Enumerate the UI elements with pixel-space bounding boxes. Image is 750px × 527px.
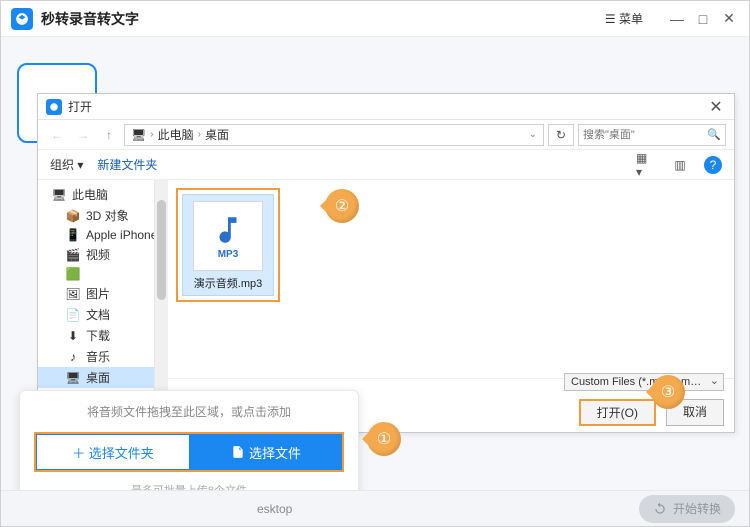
tree-item-label: 下载 [86,327,110,344]
tree-item-label: 音乐 [86,348,110,365]
details-pane-button[interactable]: ▥ [670,155,690,175]
window-minimize-button[interactable]: — [667,11,687,27]
app-bottombar: esktop 更改路径 开始转换 [1,490,749,526]
dialog-toolbar: 组织 ▾ 新建文件夹 ▦ ▾ ▥ ? [38,150,734,180]
tree-item-label: 3D 对象 [86,207,129,224]
nav-up-button[interactable]: ↑ [98,124,120,146]
tree-item-label: Apple iPhone [86,228,157,242]
video-icon: 🎬 [66,248,80,262]
breadcrumb-item[interactable]: 桌面 [205,126,229,143]
select-file-button[interactable]: 选择文件 [190,434,342,470]
dialog-icon [46,99,62,115]
file-thumbnail: MP3 [193,201,263,271]
search-input[interactable] [583,129,703,141]
file-icon [231,445,245,459]
doc-icon: 📄 [66,308,80,322]
tree-item[interactable]: 📦 3D 对象 [38,205,167,226]
callout-badge-1: ① [367,422,401,456]
tree-item-label: 图片 [86,285,110,302]
callout-badge-3: ③ [651,375,685,409]
app-window: 秒转录音转文字 ☰ 菜单 — □ ✕ 打开 ✕ ← → ↑ 🖥 › [0,0,750,527]
music-note-icon [211,213,245,247]
chevron-down-icon[interactable]: ⌄ [529,129,537,140]
file-type-label: MP3 [218,249,239,260]
tree-item[interactable]: 🎬 视频 [38,244,167,265]
menu-button[interactable]: ☰ 菜单 [605,10,643,27]
organize-menu[interactable]: 组织 ▾ [50,156,83,173]
search-box[interactable]: 🔍 [578,124,726,146]
upload-buttons: ＋ 选择文件夹 选择文件 [34,432,344,472]
pc-icon: 🖥 [52,188,66,202]
tree-item[interactable]: 📱 Apple iPhone [38,226,167,244]
help-icon[interactable]: ? [704,156,722,174]
window-close-button[interactable]: ✕ [719,10,739,27]
music-icon: ♪ [66,350,80,364]
tree-item[interactable]: 🖼 图片 [38,283,167,304]
desktop-icon: 🖥 [66,371,80,385]
tree-item-label: 视频 [86,246,110,263]
nav-forward-button[interactable]: → [72,124,94,146]
refresh-button[interactable]: ↻ [548,124,574,146]
open-button[interactable]: 打开(O) [579,399,656,426]
file-name: 演示音频.mp3 [187,275,269,291]
window-maximize-button[interactable]: □ [693,11,713,27]
search-icon: 🔍 [707,128,721,141]
download-icon: ⬇ [66,329,80,343]
start-convert-button[interactable]: 开始转换 [639,495,735,523]
tree-item[interactable]: 🖥 桌面 [38,367,167,388]
tree-item[interactable]: 🟩 [38,265,167,283]
tree-item-label: 此电脑 [72,186,108,203]
convert-icon [653,502,667,516]
new-folder-button[interactable]: 新建文件夹 [97,156,157,173]
tree-item[interactable]: 📄 文档 [38,304,167,325]
pc-icon: 🖥 [131,128,146,142]
tree-item[interactable]: ⬇ 下载 [38,325,167,346]
tree-item-label: 桌面 [86,369,110,386]
phone-icon: 📱 [66,228,80,242]
tree-item-label: 文档 [86,306,110,323]
path-fragment: esktop [257,502,292,516]
dialog-nav: ← → ↑ 🖥 › 此电脑 › 桌面 ⌄ ↻ 🔍 [38,120,734,150]
dialog-close-button[interactable]: ✕ [706,97,726,117]
file-open-dialog: 打开 ✕ ← → ↑ 🖥 › 此电脑 › 桌面 ⌄ ↻ [37,93,735,433]
breadcrumb[interactable]: 🖥 › 此电脑 › 桌面 ⌄ [124,124,544,146]
3d-icon: 📦 [66,209,80,223]
callout-badge-2: ② [325,189,359,223]
start-convert-label: 开始转换 [673,500,721,517]
tree-item[interactable]: 🖥 此电脑 [38,184,167,205]
dialog-titlebar: 打开 ✕ [38,94,734,120]
file-tile-selected[interactable]: MP3 演示音频.mp3 [176,188,280,302]
view-mode-button[interactable]: ▦ ▾ [636,155,656,175]
select-file-label: 选择文件 [249,443,301,462]
app-title: 秒转录音转文字 [41,9,139,29]
tree-item[interactable]: ♪ 音乐 [38,346,167,367]
breadcrumb-item[interactable]: 此电脑 [158,126,194,143]
app-logo-icon [11,8,33,30]
chevron-icon: › [150,129,153,140]
square-icon: 🟩 [66,267,80,281]
dialog-title: 打开 [68,98,92,115]
nav-back-button[interactable]: ← [46,124,68,146]
upload-hint: 将音频文件拖拽至此区域，或点击添加 [34,403,344,420]
app-titlebar: 秒转录音转文字 ☰ 菜单 — □ ✕ [1,1,749,37]
select-folder-button[interactable]: ＋ 选择文件夹 [36,434,190,470]
image-icon: 🖼 [66,287,80,301]
chevron-icon: › [198,129,201,140]
